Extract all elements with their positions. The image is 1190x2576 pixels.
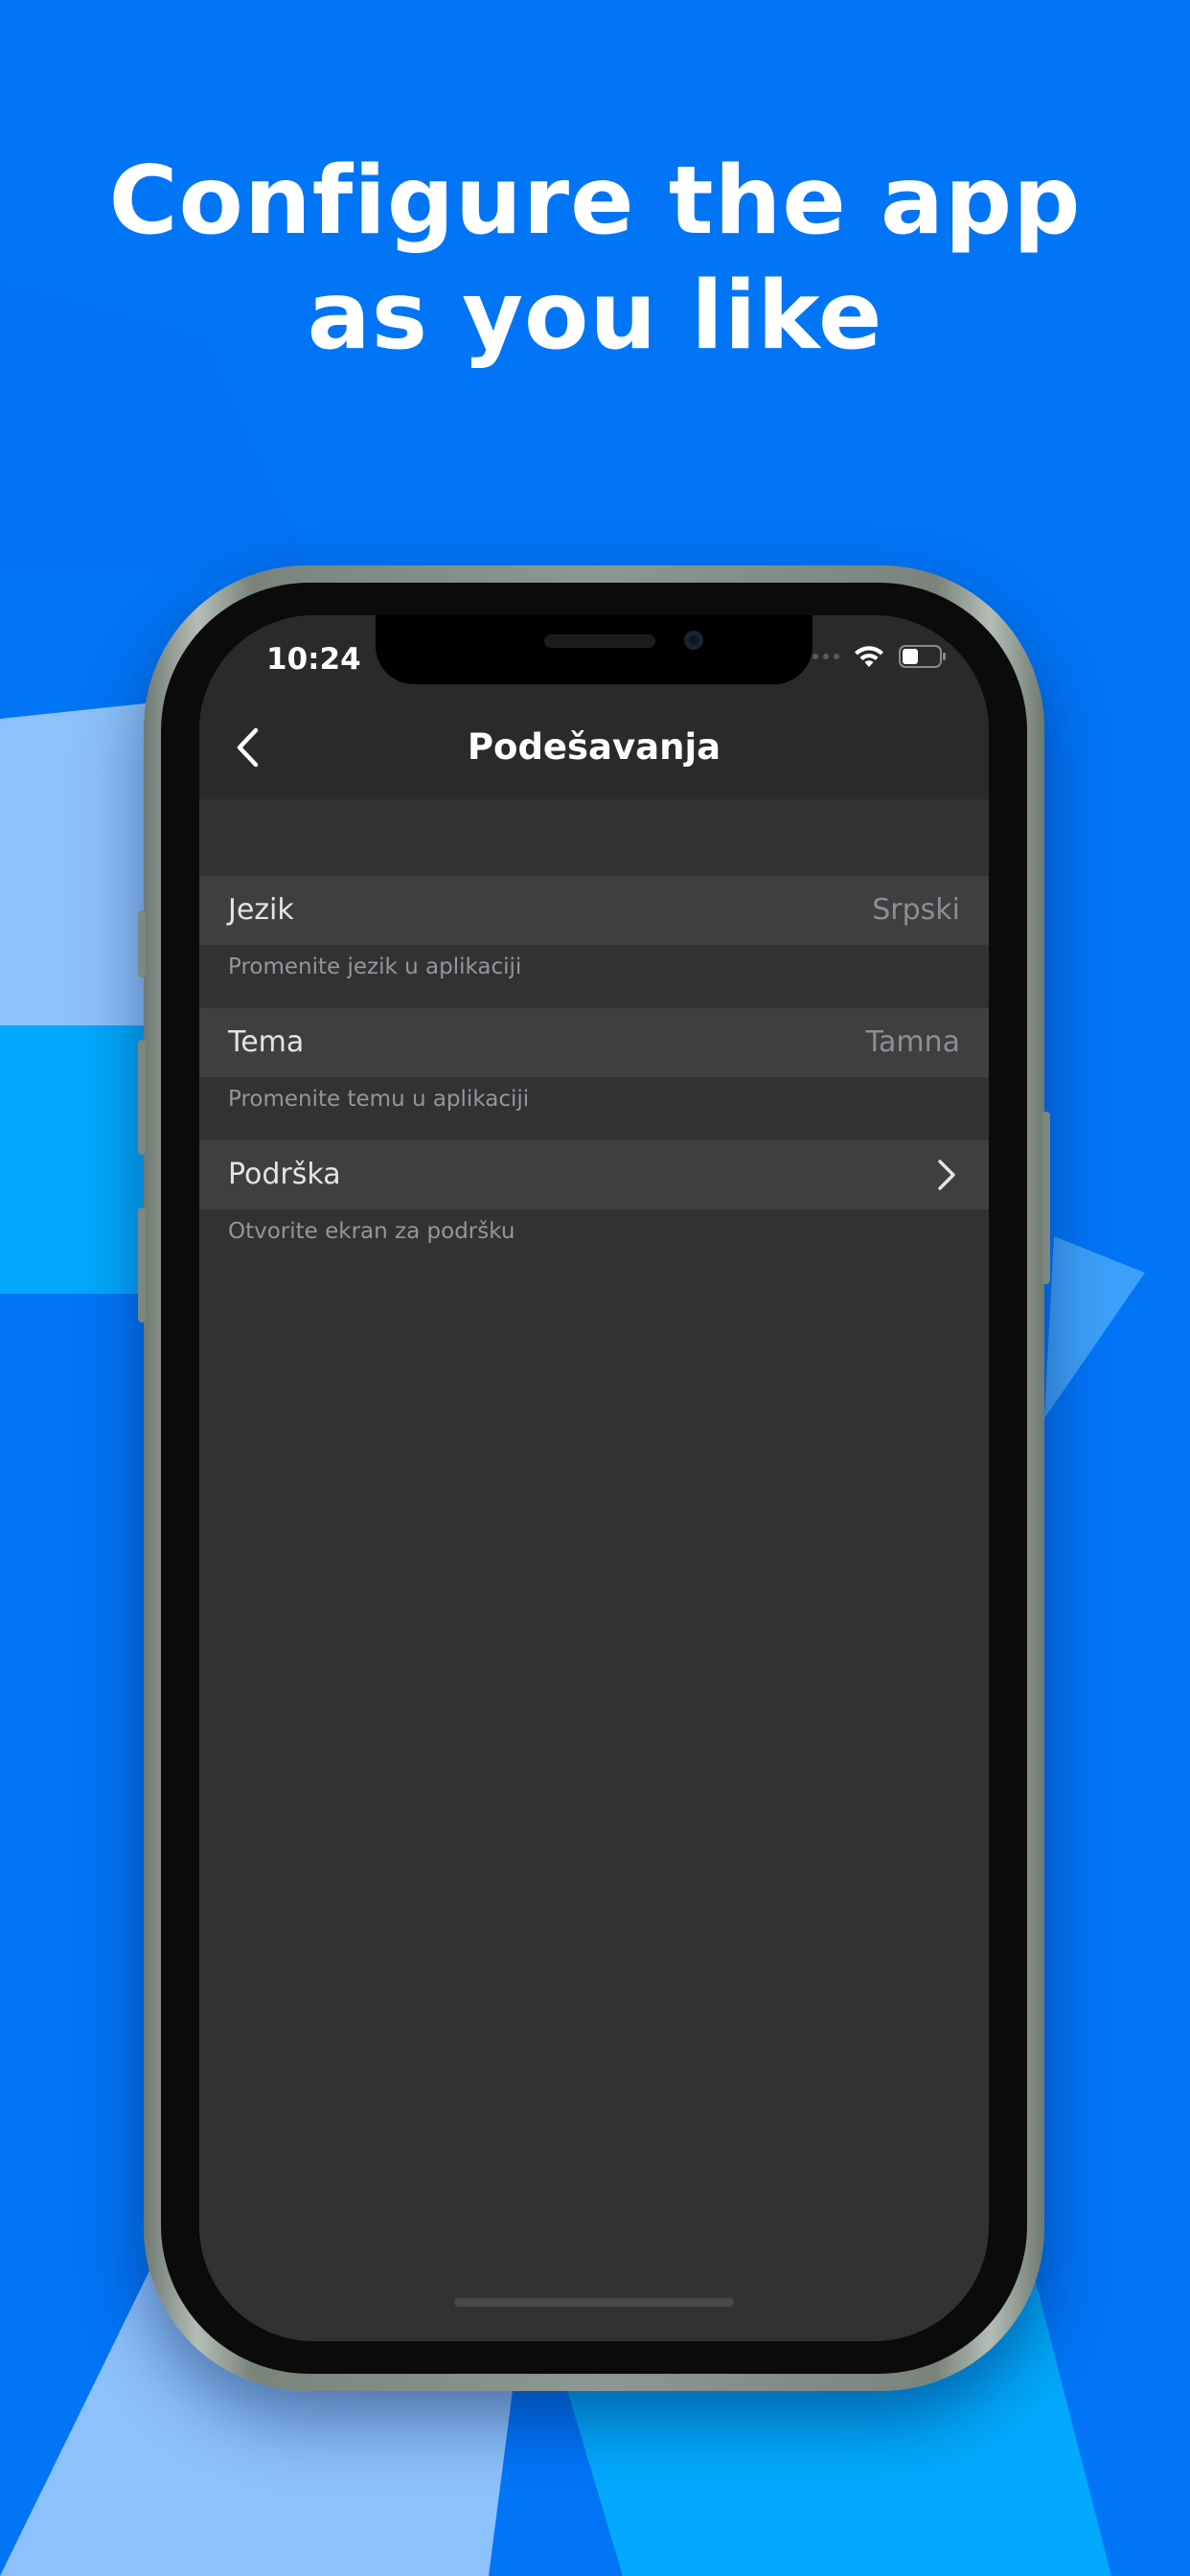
setting-row-language[interactable]: Jezik Srpski — [199, 876, 989, 945]
headline-line-2: as you like — [307, 262, 883, 371]
setting-value-theme: Tamna — [865, 1025, 960, 1059]
setting-value-language: Srpski — [872, 893, 960, 927]
home-indicator[interactable] — [454, 2298, 734, 2307]
power-button — [1042, 1112, 1050, 1284]
status-icons — [802, 644, 947, 669]
chevron-right-icon — [938, 1160, 955, 1190]
setting-row-theme[interactable]: Tema Tamna — [199, 1008, 989, 1077]
setting-label-language: Jezik — [228, 893, 294, 927]
page-title: Podešavanja — [467, 726, 721, 768]
setting-label-support: Podrška — [228, 1158, 341, 1191]
support-chevron — [927, 1156, 966, 1194]
navigation-bar: Podešavanja — [199, 696, 989, 799]
headline-line-1: Configure the app — [108, 147, 1082, 256]
speaker-grille — [544, 634, 655, 648]
mute-switch — [138, 910, 146, 978]
setting-description-theme: Promenite temu u aplikaciji — [228, 1087, 530, 1112]
wifi-icon — [855, 646, 883, 667]
phone-mockup: 10:24 Podešavanja Jezik Srpski Promenite… — [138, 565, 1050, 2391]
volume-down-button — [138, 1208, 146, 1322]
setting-description-language: Promenite jezik u aplikaciji — [228, 954, 522, 979]
volume-up-button — [138, 1040, 146, 1155]
app-screen: 10:24 Podešavanja Jezik Srpski Promenite… — [199, 615, 989, 2341]
setting-label-theme: Tema — [228, 1025, 305, 1059]
front-camera — [684, 631, 703, 650]
setting-row-support[interactable]: Podrška — [199, 1140, 989, 1209]
setting-description-support: Otvorite ekran za podršku — [228, 1219, 515, 1244]
status-time: 10:24 — [266, 642, 361, 677]
headline: Configure the app as you like — [0, 144, 1190, 374]
battery-icon — [899, 645, 946, 668]
notch — [376, 615, 812, 684]
